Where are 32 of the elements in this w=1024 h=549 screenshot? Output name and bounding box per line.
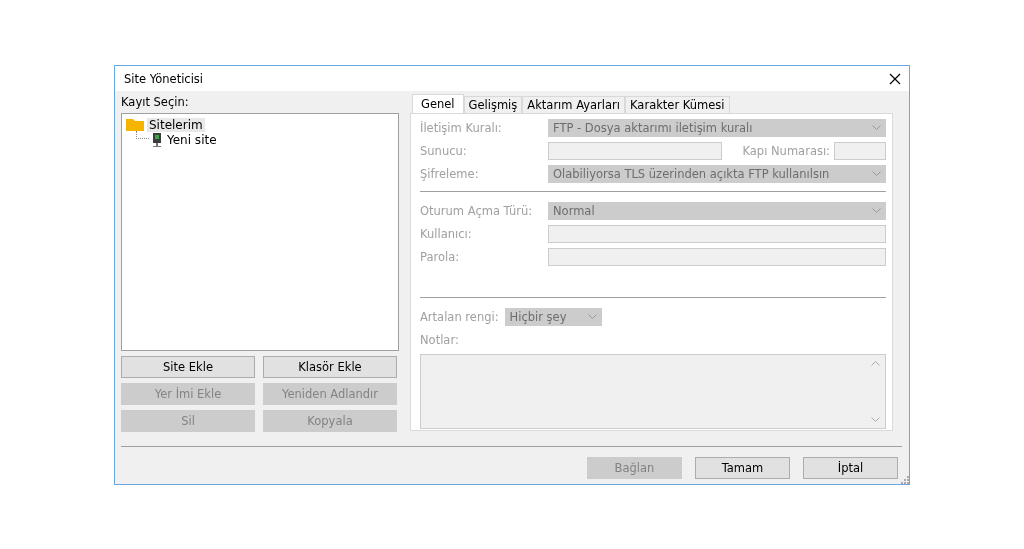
dialog-button[interactable]: Tamam — [695, 457, 790, 479]
caret-icon — [872, 171, 881, 177]
tab[interactable]: Aktarım Ayarları — [522, 96, 625, 113]
field-label: Parola: — [420, 250, 461, 264]
server-icon — [152, 132, 162, 147]
field-label: Oturum Açma Türü: — [420, 204, 534, 218]
resize-grip-icon[interactable] — [900, 475, 910, 485]
dialog-button[interactable]: İptal — [803, 457, 898, 479]
tree-item[interactable]: Sitelerim — [147, 117, 205, 132]
list-label: Kayıt Seçin: — [121, 95, 190, 111]
action-button[interactable]: Klasör Ekle — [263, 356, 397, 378]
field-label: Artalan rengi: — [420, 310, 499, 324]
scroll-down-icon — [870, 417, 880, 423]
close-icon[interactable] — [889, 72, 901, 85]
caret-icon — [872, 125, 881, 131]
folder-icon — [126, 118, 144, 131]
action-button[interactable]: Site Ekle — [121, 356, 255, 378]
tab[interactable]: Gelişmiş — [463, 96, 523, 113]
field-label: Kullanıcı: — [420, 227, 473, 241]
field-label: Sunucu: — [420, 144, 468, 158]
field-label: Şifreleme: — [420, 167, 480, 181]
scroll-up-icon — [870, 360, 880, 366]
caret-icon — [587, 314, 597, 320]
caret-icon — [872, 208, 881, 214]
tab[interactable]: Karakter Kümesi — [625, 96, 730, 113]
field-label: Kapı Numarası: — [742, 144, 830, 158]
window-title: Site Yöneticisi — [124, 71, 204, 86]
tree-item[interactable]: Yeni site — [165, 132, 219, 147]
field-label: İletişim Kuralı: — [420, 121, 503, 135]
tree-line — [136, 131, 149, 139]
tab[interactable]: Genel — [412, 94, 464, 113]
field-label: Notlar: — [420, 333, 460, 347]
